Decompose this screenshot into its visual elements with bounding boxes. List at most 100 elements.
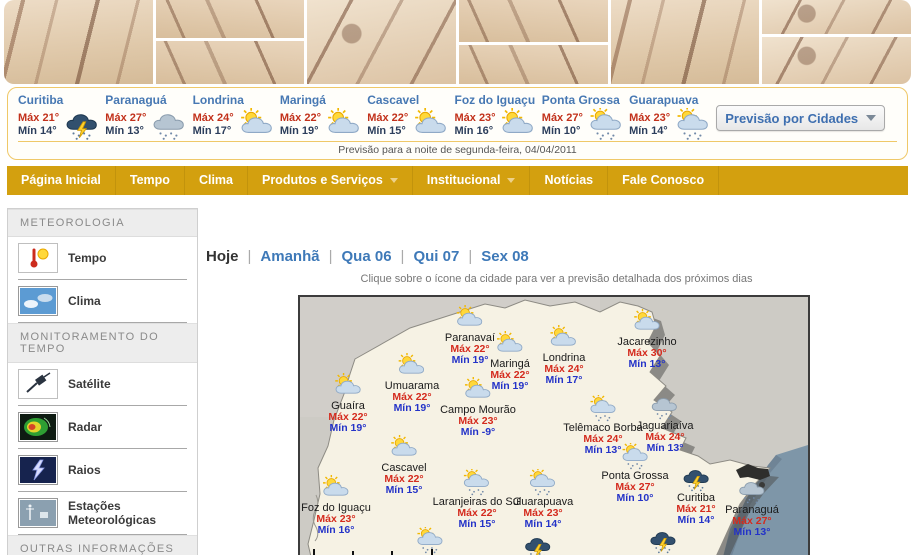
strip-city-temps: Máx 21° Mín 14° — [18, 112, 64, 138]
city-weather-sun-cloud-rain-icon[interactable] — [601, 443, 668, 471]
strip-city-name[interactable]: Guarapuava — [629, 93, 716, 107]
map-city-rio-negro: Rio Negro — [638, 527, 688, 555]
strip-city-max: Máx 22° — [279, 112, 321, 124]
nav-item-institucional[interactable]: Institucional — [413, 166, 531, 195]
strip-city: Maringá Máx 22° Mín 19° — [280, 93, 367, 142]
nav-item-label: Clima — [198, 173, 233, 187]
radar-icon — [18, 412, 58, 442]
map-city-min: Mín 16° — [317, 524, 355, 536]
nav-item-not-cias[interactable]: Notícias — [530, 166, 609, 195]
city-weather-sun-cloud-icon[interactable] — [543, 325, 586, 353]
strip-city-name[interactable]: Cascavel — [367, 93, 454, 107]
city-weather-storm-rain-icon[interactable] — [638, 527, 688, 555]
nav-item-clima[interactable]: Clima — [185, 166, 248, 195]
strip-city: Paranaguá Máx 27° Mín 13° — [105, 93, 192, 142]
strip-city-body: Máx 27° Mín 10° — [542, 108, 629, 142]
strip-city-max: Máx 27° — [541, 112, 583, 124]
city-forecast-dropdown[interactable]: Previsão por Cidades — [716, 105, 886, 131]
city-weather-sun-cloud-icon[interactable] — [490, 331, 530, 359]
sidebar-item-radar[interactable]: Radar — [8, 406, 197, 448]
map-city-paranagu-: Paranaguá Máx 27° Mín 13° — [725, 477, 779, 538]
sidebar-item-clima[interactable]: Clima — [8, 280, 197, 322]
strip-city-body: Máx 22° Mín 19° — [280, 108, 367, 142]
map-city-cascavel: Cascavel Máx 22° Mín 15° — [381, 435, 427, 496]
map-city-min: Mín 15° — [385, 484, 423, 496]
city-weather-sun-cloud-rain-icon[interactable] — [387, 527, 473, 555]
chevron-down-icon — [866, 115, 877, 121]
map-city-min: Mín 14° — [524, 518, 562, 530]
sidebar-item-esta-es-meteorol-gicas[interactable]: Estações Meteorológicas — [8, 492, 197, 534]
sidebar-item-tempo[interactable]: Tempo — [8, 237, 197, 279]
nav-item-fale-conosco[interactable]: Fale Conosco — [608, 166, 720, 195]
city-weather-sun-cloud-icon[interactable] — [385, 353, 439, 381]
strip-city-name[interactable]: Paranaguá — [105, 93, 192, 107]
city-weather-sun-cloud-icon[interactable] — [301, 475, 371, 503]
strip-city-min: Mín 15° — [367, 125, 406, 137]
city-weather-sun-cloud-icon[interactable] — [440, 377, 516, 405]
banner-tile — [155, 0, 305, 84]
nav-item-p-gina-inicial[interactable]: Página Inicial — [7, 166, 116, 195]
city-weather-sun-cloud-rain-icon[interactable] — [513, 469, 574, 497]
banner-tile — [307, 0, 457, 84]
banner-tile-art — [155, 41, 305, 84]
city-weather-sun-cloud-icon[interactable] — [617, 309, 676, 337]
clouds-icon — [18, 286, 58, 316]
weather-rain-icon[interactable] — [151, 108, 187, 142]
tab-amanh-[interactable]: Amanhã — [260, 248, 319, 265]
weather-sun-cloud-icon[interactable] — [326, 108, 362, 142]
strip-city-body: Máx 23° Mín 14° — [629, 108, 716, 142]
nav-item-tempo[interactable]: Tempo — [116, 166, 185, 195]
map-city-laranjeiras-do-sul: Laranjeiras do Sul Máx 22° Mín 15° — [433, 469, 522, 530]
weather-sun-cloud-rain-icon[interactable] — [675, 108, 711, 142]
city-weather-sun-cloud-icon[interactable] — [381, 435, 426, 463]
city-weather-storm-rain-icon[interactable] — [499, 533, 577, 555]
nav-item-produtos-e-servi-os[interactable]: Produtos e Serviços — [248, 166, 413, 195]
weather-sun-cloud-rain-icon[interactable] — [588, 108, 624, 142]
strip-city-name[interactable]: Ponta Grossa — [542, 93, 629, 107]
chevron-down-icon — [507, 178, 516, 183]
strip-city-name[interactable]: Foz do Iguaçu — [454, 93, 541, 107]
weather-sun-cloud-icon[interactable] — [239, 108, 275, 142]
tab-hoje[interactable]: Hoje — [206, 248, 239, 265]
banner-tile — [762, 0, 911, 84]
tab-sex-08[interactable]: Sex 08 — [481, 248, 529, 265]
strip-city-name[interactable]: Maringá — [280, 93, 367, 107]
strip-city-body: Máx 21° Mín 14° — [18, 108, 105, 142]
strip-city: Londrina Máx 24° Mín 17° — [193, 93, 280, 142]
sidebar-item-raios[interactable]: Raios — [8, 449, 197, 491]
map-city-min: Mín 13° — [628, 358, 666, 370]
strip-city-name[interactable]: Curitiba — [18, 93, 105, 107]
parana-weather-map: Paranavaí Máx 22° Mín 19° Maringá Máx 22° Mín… — [298, 295, 810, 555]
city-weather-storm-rain-icon[interactable] — [676, 465, 715, 493]
main-panel: Hoje | Amanhã | Qua 06 | Qui 07 | Sex 08 Clique … — [198, 208, 915, 555]
city-weather-sun-cloud-rain-icon[interactable] — [563, 395, 643, 423]
city-weather-rain-icon[interactable] — [725, 477, 779, 505]
nav-item-label: Produtos e Serviços — [261, 173, 383, 187]
map-city-min: Mín -9° — [460, 426, 496, 438]
tab-qua-06[interactable]: Qua 06 — [342, 248, 392, 265]
sidebar-item-sat-lite[interactable]: Satélite — [8, 363, 197, 405]
city-weather-sun-cloud-icon[interactable] — [328, 373, 367, 401]
banner-tile-art — [4, 0, 153, 84]
city-weather-sun-cloud-icon[interactable] — [445, 305, 495, 333]
strip-city-min: Mín 14° — [18, 125, 57, 137]
map-city-curitiba: Curitiba Máx 21° Mín 14° — [676, 465, 716, 526]
banner-tile — [4, 0, 153, 84]
strip-city-name[interactable]: Londrina — [193, 93, 280, 107]
map-city-ponta-grossa: Ponta Grossa Máx 27° Mín 10° — [601, 443, 669, 504]
map-city-jacarezinho: Jacarezinho Máx 30° Mín 13° — [617, 309, 677, 370]
map-city-francisco-beltr-o: Francisco BeltrãoMáx 21° — [387, 527, 473, 555]
nav-item-label: Tempo — [129, 173, 170, 187]
weather-sun-cloud-icon[interactable] — [500, 108, 536, 142]
forecast-strip-cities: Curitiba Máx 21° Mín 14° Paranaguá Máx 27° Mí… — [18, 91, 897, 141]
city-weather-rain-icon[interactable] — [637, 393, 694, 421]
weather-sun-cloud-icon[interactable] — [413, 108, 449, 142]
strip-city-temps: Máx 23° Mín 14° — [629, 112, 675, 138]
city-weather-sun-cloud-rain-icon[interactable] — [433, 469, 522, 497]
tab-qui-07[interactable]: Qui 07 — [413, 248, 459, 265]
strip-city-max: Máx 23° — [454, 112, 496, 124]
satellite-icon — [18, 369, 58, 399]
weather-storm-rain-icon[interactable] — [64, 108, 100, 142]
sidebar-section-header: OUTRAS INFORMAÇÕES — [8, 535, 197, 555]
nav-item-label: Notícias — [544, 173, 594, 187]
